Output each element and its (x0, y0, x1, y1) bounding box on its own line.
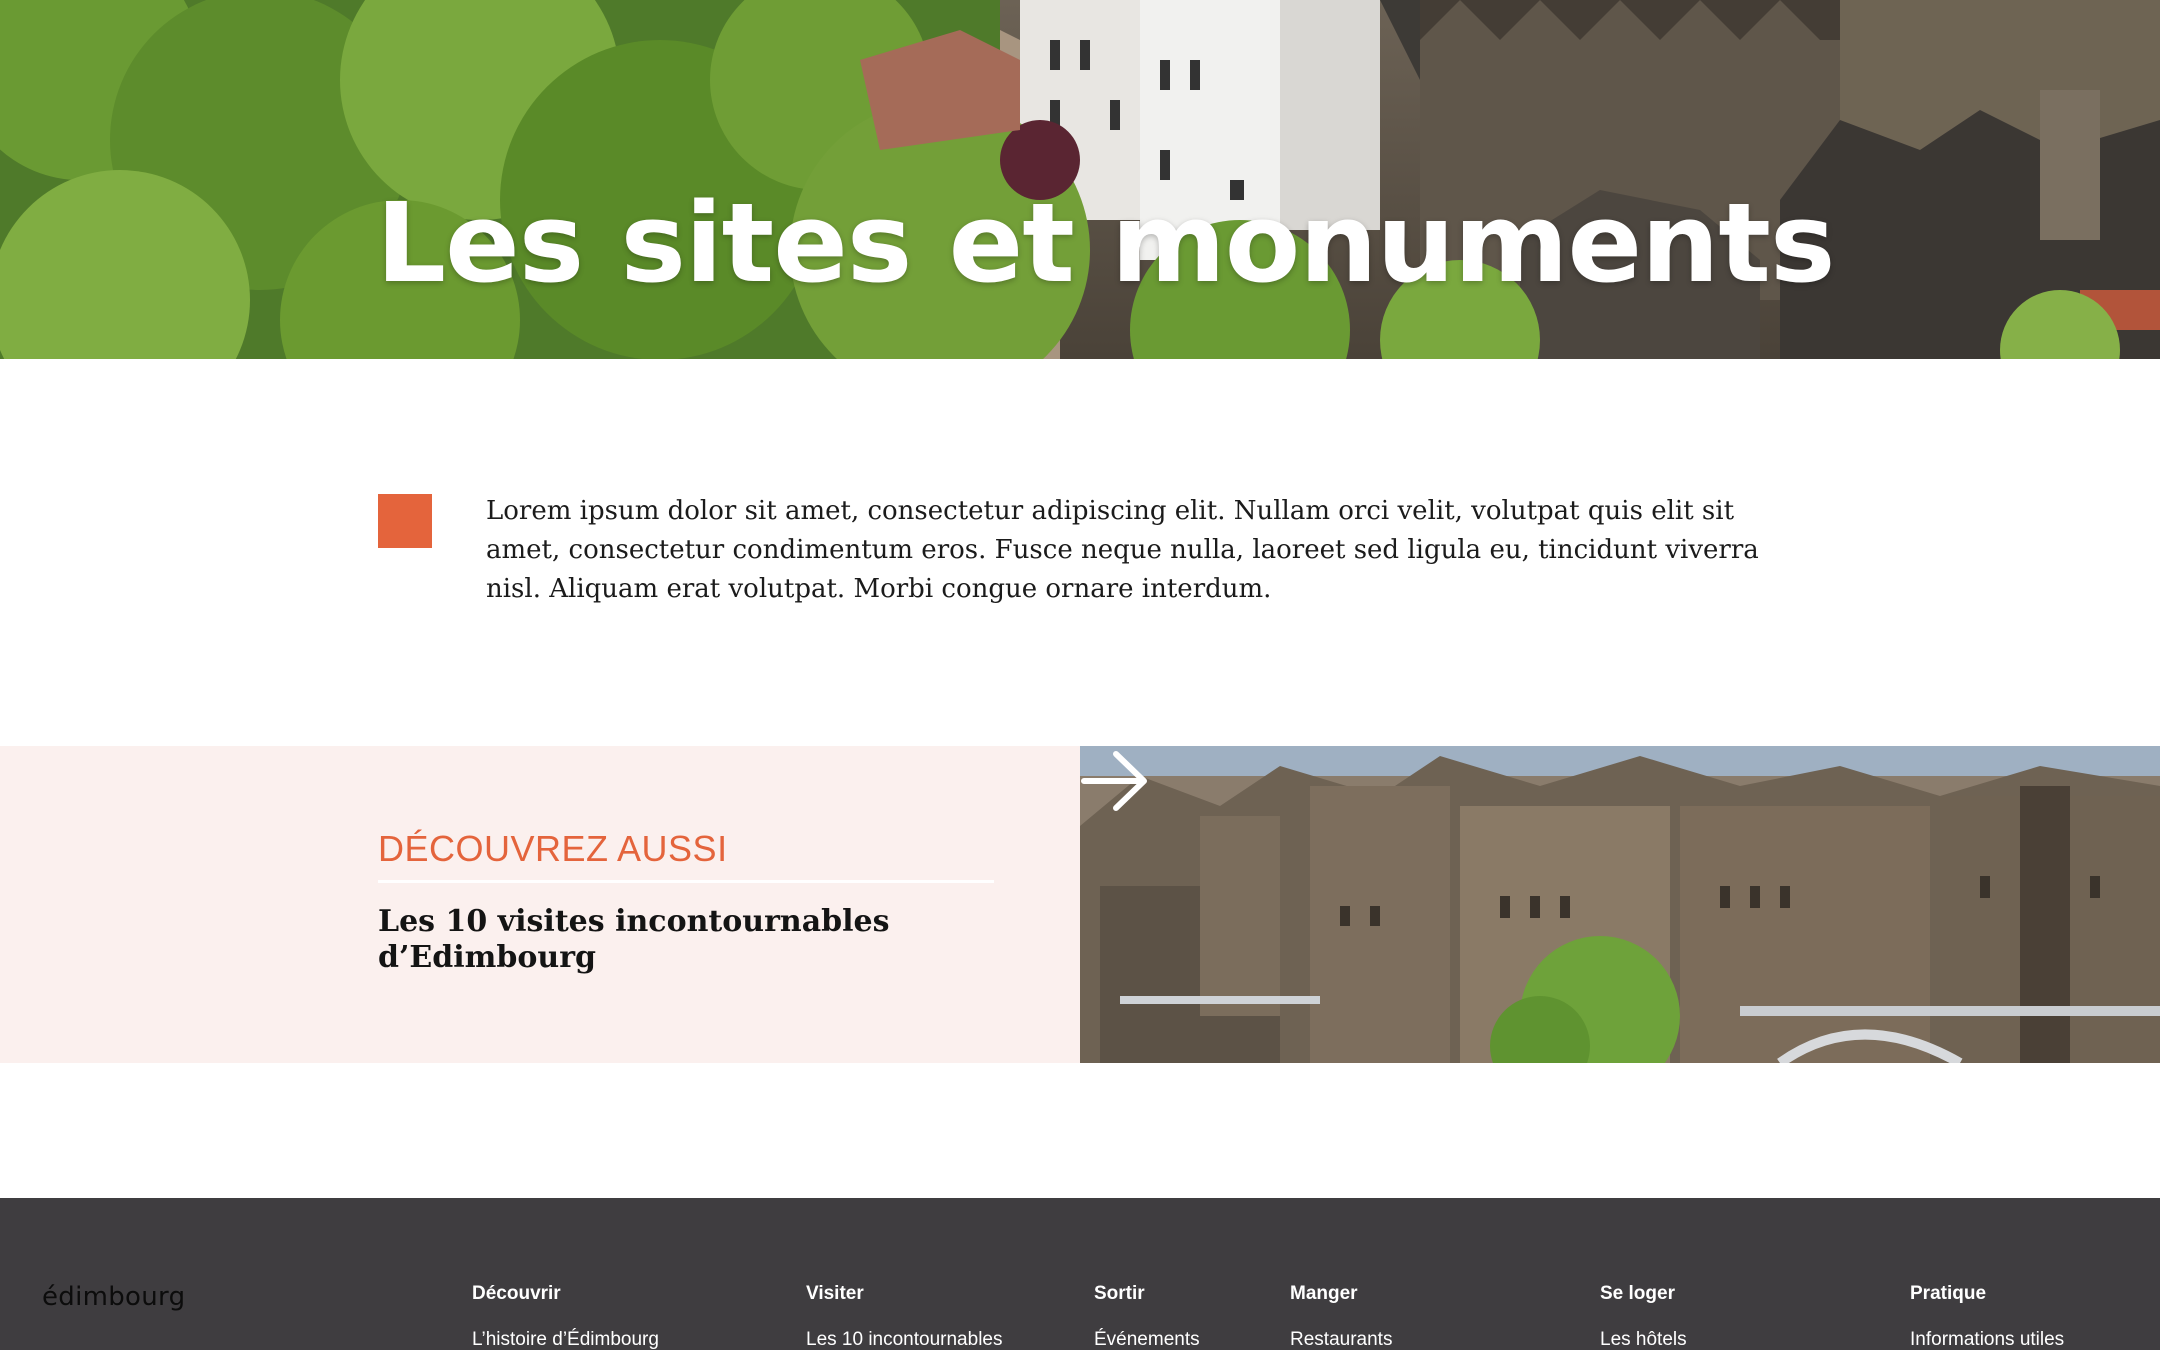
site-footer: édimbourg Découvrir L’histoire d’Édimbou… (0, 1198, 2160, 1350)
discover-article-title[interactable]: Les 10 visites incontournables d’Edimbou… (378, 904, 898, 976)
footer-column-title[interactable]: Sortir (1094, 1282, 1200, 1306)
footer-logo[interactable]: édimbourg (42, 1282, 185, 1312)
footer-column-title[interactable]: Découvrir (472, 1282, 659, 1306)
footer-column-title[interactable]: Manger (1290, 1282, 1392, 1306)
discover-divider (378, 880, 994, 883)
footer-link[interactable]: L’histoire d’Édimbourg (472, 1328, 659, 1350)
page-title: Les sites et monuments (376, 179, 1835, 307)
footer-column-title[interactable]: Pratique (1910, 1282, 2064, 1306)
discover-image-link[interactable] (1080, 746, 2160, 1063)
discover-image (1080, 746, 2160, 1063)
footer-column-decouvrir: Découvrir L’histoire d’Édimbourg (472, 1282, 659, 1350)
intro-paragraph: Lorem ipsum dolor sit amet, consectetur … (486, 496, 1759, 604)
discover-kicker: DÉCOUVREZ AUSSI (378, 828, 728, 869)
discover-text-panel: DÉCOUVREZ AUSSI Les 10 visites incontour… (0, 746, 1080, 1063)
footer-column-visiter: Visiter Les 10 incontournables (806, 1282, 1002, 1350)
arrow-right-icon[interactable] (1080, 746, 1150, 816)
footer-column-se-loger: Se loger Les hôtels (1600, 1282, 1687, 1350)
footer-link[interactable]: Informations utiles (1910, 1328, 2064, 1350)
hero-banner: Les sites et monuments (0, 0, 2160, 359)
footer-column-pratique: Pratique Informations utiles (1910, 1282, 2064, 1350)
footer-link[interactable]: Restaurants (1290, 1328, 1392, 1350)
footer-column-title[interactable]: Visiter (806, 1282, 1002, 1306)
discover-also-section: DÉCOUVREZ AUSSI Les 10 visites incontour… (0, 746, 2160, 1063)
footer-link[interactable]: Les hôtels (1600, 1328, 1687, 1350)
accent-square (378, 494, 432, 548)
footer-column-sortir: Sortir Événements (1094, 1282, 1200, 1350)
footer-column-title[interactable]: Se loger (1600, 1282, 1687, 1306)
footer-column-manger: Manger Restaurants (1290, 1282, 1392, 1350)
footer-link[interactable]: Les 10 incontournables (806, 1328, 1002, 1350)
footer-link[interactable]: Événements (1094, 1328, 1200, 1350)
